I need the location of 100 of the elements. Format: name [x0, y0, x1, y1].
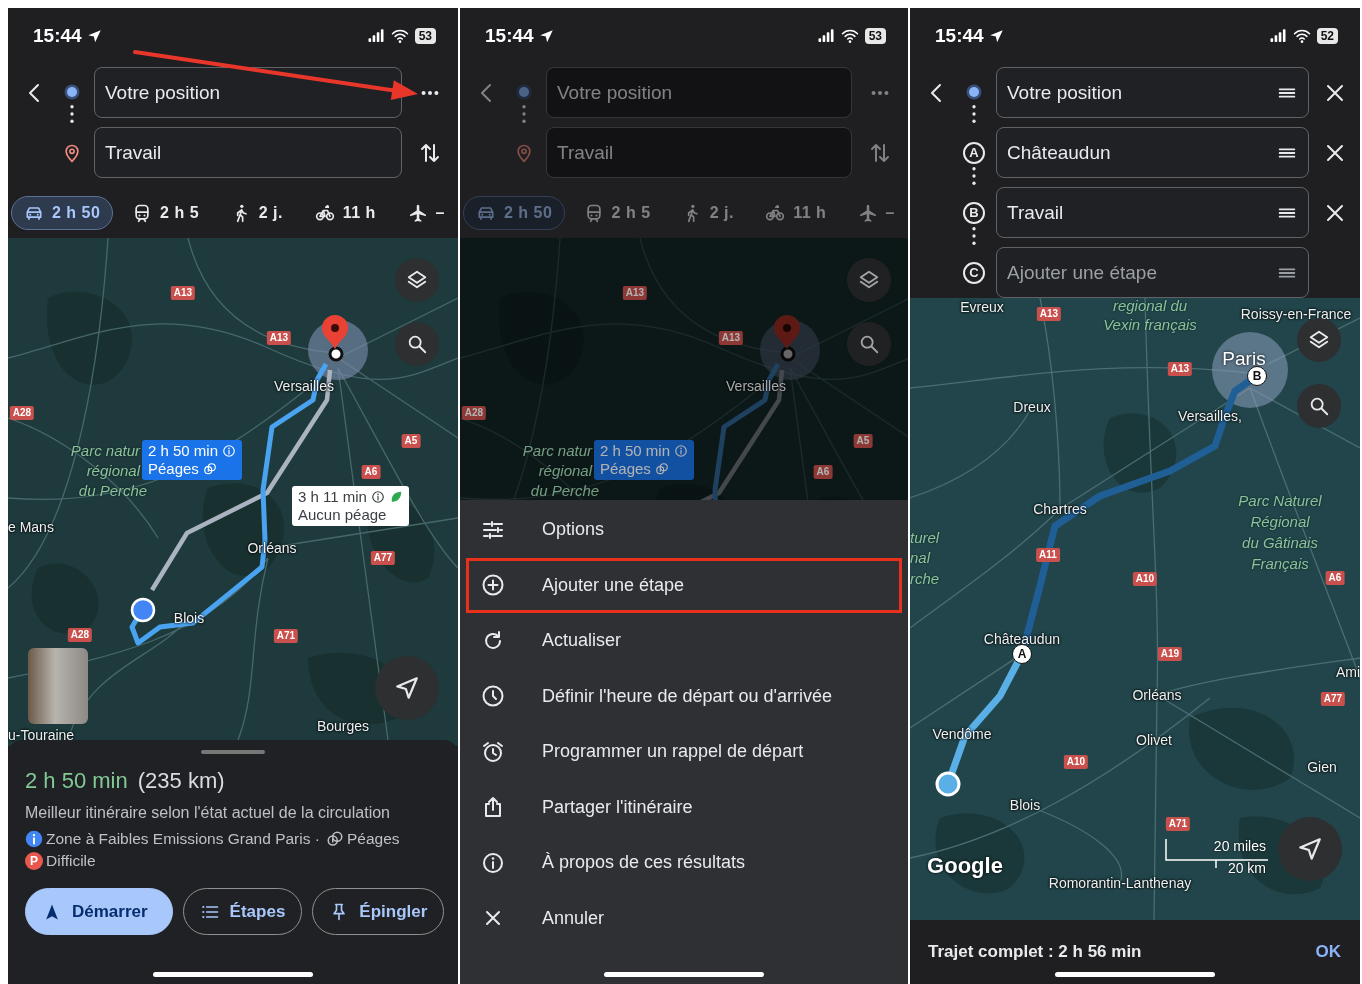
callout-note: Péages — [600, 460, 651, 478]
waypoint-letter: A — [963, 141, 985, 164]
park-label: rche — [910, 570, 940, 588]
highway-shield: A71 — [1165, 817, 1191, 831]
drag-handle — [201, 750, 265, 754]
park-label: du Gâtinais — [1242, 534, 1318, 552]
travel-mode-tab[interactable]: 2 h 50 — [11, 196, 114, 230]
park-label: Vexin français — [1103, 316, 1197, 334]
menu-item[interactable]: À propos de ces résultats — [466, 835, 902, 891]
menu-item[interactable]: Ajouter une étape — [466, 557, 902, 613]
highway-shield: A77 — [1320, 692, 1346, 706]
highway-shield: A13 — [1036, 307, 1062, 321]
location-field[interactable]: Votre position — [94, 67, 402, 118]
travel-mode-tab[interactable]: – — [844, 196, 896, 230]
menu-item[interactable]: Définir l'heure de départ ou d'arrivée — [466, 668, 902, 724]
menu-item[interactable]: Annuler — [466, 890, 902, 946]
search-icon — [858, 333, 880, 355]
battery-level: 52 — [1316, 28, 1338, 44]
travel-mode-tab[interactable]: 2 h 5 — [119, 196, 213, 230]
highway-shield: A28 — [67, 628, 93, 642]
highway-shield: A5 — [853, 434, 873, 448]
place-label: e Mans — [8, 518, 54, 536]
location-field[interactable]: Travail — [94, 127, 402, 178]
place-label: Versailles — [726, 377, 786, 395]
map-attribution: Google — [927, 853, 1003, 879]
park-label: regional du — [1112, 298, 1188, 315]
coins-icon — [325, 830, 344, 848]
menu-item[interactable]: Options — [466, 502, 902, 558]
travel-mode-tab[interactable]: 11 h — [301, 196, 389, 230]
route-connector-icon — [972, 226, 976, 245]
destination-pin-icon — [62, 142, 82, 163]
park-label: Parc Naturel — [1238, 492, 1322, 510]
location-field[interactable]: Châteaudun — [996, 127, 1309, 178]
airplane-icon — [407, 203, 428, 223]
destination-pin-icon — [322, 315, 348, 362]
info-icon — [25, 830, 43, 848]
park-label: Régional — [1250, 513, 1310, 531]
location-field[interactable]: Votre position — [546, 67, 852, 118]
travel-mode-tab[interactable]: 11 h — [752, 196, 840, 230]
highway-shield: A28 — [9, 406, 35, 420]
travel-mode-tab[interactable]: 2 j. — [668, 196, 747, 230]
highway-shield: A13 — [1167, 362, 1193, 376]
coins-icon — [654, 462, 669, 476]
menu-item[interactable]: Programmer un rappel de départ — [466, 724, 902, 780]
status-time: 15:44 — [485, 25, 534, 47]
ok-button[interactable]: OK — [1315, 938, 1341, 966]
route-options-menu[interactable]: Options Ajouter une étape Actualiser Définir l'heure de départ ou d'arrivée Programmer un rappel de départ Partager l'itinéraire À propos de ces résultats Annuler — [460, 500, 908, 984]
clock-icon — [481, 684, 505, 709]
highway-shield: A13 — [266, 331, 292, 345]
place-label: Chartres — [1033, 500, 1087, 518]
park-label: du Perche — [530, 482, 600, 500]
layers-icon — [406, 269, 428, 291]
place-label: Ami — [1335, 663, 1360, 681]
waypoint-letter: B — [963, 201, 985, 224]
park-label: régional — [538, 462, 592, 480]
place-label: Dreux — [1013, 398, 1051, 416]
highway-shield: A10 — [1063, 755, 1089, 769]
map-view[interactable] — [910, 298, 1360, 920]
trip-total: Trajet complet : 2 h 56 min — [928, 942, 1142, 962]
route-callout[interactable]: 2 h 50 min Péages — [142, 440, 243, 480]
map-view[interactable]: A13 A13 Versailles A28 Parc natur régional du Perche A5 A6 2 h 50 min Péages — [460, 238, 908, 500]
route-connector-icon — [522, 104, 526, 123]
start-button[interactable]: Démarrer — [25, 888, 173, 935]
park-label: régional — [86, 462, 140, 480]
route-connector-icon — [972, 166, 976, 185]
menu-item[interactable]: Partager l'itinéraire — [466, 779, 902, 835]
menu-item[interactable]: Actualiser — [466, 613, 902, 669]
travel-mode-tab[interactable]: 2 h 5 — [570, 196, 664, 230]
highway-shield: A10 — [1132, 572, 1158, 586]
wifi-icon — [1292, 27, 1311, 45]
location-field[interactable]: Votre position — [996, 67, 1309, 118]
location-field[interactable]: Travail — [546, 127, 852, 178]
route-callout[interactable]: 3 h 11 min Aucun péage — [292, 486, 409, 526]
park-label: Parc natur — [70, 442, 140, 460]
parking-badge: P — [25, 852, 43, 870]
search-icon — [1308, 395, 1330, 417]
info-icon — [370, 490, 385, 504]
location-dot-icon — [935, 771, 961, 797]
scale-label: 20 km — [1227, 859, 1266, 877]
callout-note: Péages — [148, 460, 199, 478]
place-label: Roissy-en-France — [1240, 305, 1352, 323]
destination-pin-icon — [514, 142, 534, 163]
travel-mode-tab[interactable]: 2 j. — [217, 196, 296, 230]
layers-icon — [1308, 329, 1330, 351]
navigation-arrow-icon — [394, 675, 420, 701]
place-label: Versailles, — [1178, 407, 1242, 425]
travel-mode-tab[interactable]: – — [394, 196, 446, 230]
photo-placeholder[interactable] — [28, 648, 88, 724]
park-label: nal — [910, 549, 931, 567]
status-time: 15:44 — [33, 25, 82, 47]
bicycle-icon — [314, 203, 335, 223]
highway-shield: A19 — [1157, 647, 1183, 661]
location-field[interactable]: Travail — [996, 187, 1309, 238]
battery-level: 53 — [414, 28, 436, 44]
waypoint-letter: C — [963, 261, 985, 284]
location-field[interactable]: Ajouter une étape — [996, 247, 1309, 298]
location-arrow-icon — [538, 28, 554, 44]
place-label: Blois — [1009, 796, 1041, 814]
location-arrow-icon — [86, 28, 102, 44]
route-callout[interactable]: 2 h 50 min Péages — [594, 440, 695, 480]
